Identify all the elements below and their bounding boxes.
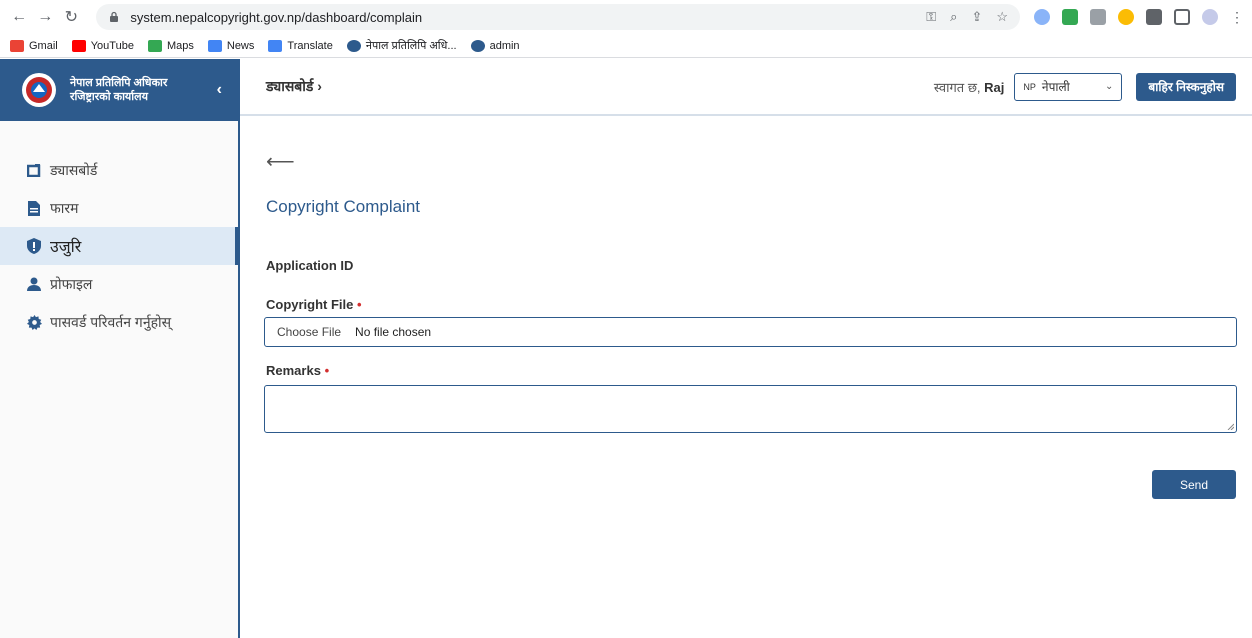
extension-icon[interactable] — [1062, 9, 1079, 25]
url-text: system.nepalcopyright.gov.np/dashboard/c… — [130, 9, 423, 25]
forward-arrow-icon[interactable]: → — [34, 5, 56, 29]
remarks-label: Remarks • — [266, 363, 330, 378]
dashboard-icon — [26, 163, 42, 177]
star-icon[interactable]: ☆ — [996, 9, 1008, 25]
bookmark-news[interactable]: News — [207, 39, 254, 52]
sidepanel-icon[interactable] — [1174, 9, 1191, 25]
bookmark-youtube[interactable]: YouTube — [71, 39, 134, 52]
zoom-icon[interactable]: ⌕ — [950, 9, 957, 25]
resize-handle-icon[interactable] — [1226, 422, 1234, 430]
extension-icon[interactable] — [1118, 9, 1135, 25]
remarks-textarea[interactable] — [264, 385, 1237, 433]
file-status: No file chosen — [355, 325, 432, 339]
logout-button[interactable]: बाहिर निस्कनुहोस — [1136, 72, 1236, 101]
top-header: ड्यासबोर्ड › स्वागत छ, Raj NP नेपाली ⌄ ब… — [240, 59, 1252, 116]
sidebar: नेपाल प्रतिलिपि अधिकार रजिष्ट्रारको कार्… — [0, 59, 240, 638]
brand-header: नेपाल प्रतिलिपि अधिकार रजिष्ट्रारको कार्… — [0, 59, 238, 121]
sidebar-menu: ड्यासबोर्ड फारम उजुरि प्रोफाइल पासवर्ड प… — [0, 151, 238, 341]
lock-icon — [110, 11, 119, 22]
copyright-file-input[interactable]: Choose File No file chosen — [264, 317, 1237, 347]
sidebar-item-form[interactable]: फारम — [0, 189, 238, 227]
gear-icon — [26, 314, 42, 330]
extension-icon[interactable] — [1090, 9, 1107, 25]
user-name: Raj — [984, 79, 1005, 95]
emblem-icon — [470, 39, 485, 52]
reload-icon[interactable]: ↻ — [60, 5, 82, 29]
emblem-icon — [346, 39, 361, 52]
maps-icon — [147, 39, 162, 52]
brand-title: नेपाल प्रतिलिपि अधिकार रजिष्ट्रारको कार्… — [70, 77, 168, 103]
key-icon[interactable]: ⚿ — [926, 9, 936, 25]
sidebar-item-profile[interactable]: प्रोफाइल — [0, 265, 238, 303]
file-icon — [26, 200, 42, 216]
bookmark-translate[interactable]: Translate — [268, 39, 333, 52]
address-bar[interactable]: system.nepalcopyright.gov.np/dashboard/c… — [96, 4, 1021, 30]
required-mark: • — [324, 363, 330, 378]
bookmark-admin[interactable]: admin — [470, 39, 520, 52]
collapse-sidebar-icon[interactable]: ‹ — [217, 81, 222, 99]
sidebar-item-change-password[interactable]: पासवर्ड परिवर्तन गर्नुहोस् — [0, 303, 238, 341]
bookmarks-bar: Gmail YouTube Maps News Translate नेपाल … — [0, 34, 1252, 58]
menu-icon[interactable]: ⋮ — [1230, 9, 1244, 26]
language-label: नेपाली — [1041, 80, 1070, 94]
application-id-label: Application ID — [266, 258, 354, 273]
user-icon — [26, 277, 42, 291]
breadcrumb[interactable]: ड्यासबोर्ड › — [266, 77, 322, 96]
language-code: NP — [1023, 81, 1036, 92]
nepal-emblem-logo — [22, 73, 56, 107]
language-select[interactable]: NP नेपाली ⌄ — [1014, 72, 1123, 101]
profile-avatar[interactable] — [1202, 9, 1219, 25]
choose-file-button[interactable]: Choose File — [277, 325, 341, 339]
page-title: Copyright Complaint — [266, 197, 421, 216]
browser-toolbar: ← → ↻ system.nepalcopyright.gov.np/dashb… — [0, 0, 1252, 34]
youtube-icon — [71, 39, 86, 52]
app-root: नेपाल प्रतिलिपि अधिकार रजिष्ट्रारको कार्… — [0, 59, 1252, 638]
back-arrow-icon[interactable]: ← — [8, 5, 30, 29]
translate-icon — [268, 39, 283, 52]
news-icon — [207, 39, 222, 52]
sidebar-item-dashboard[interactable]: ड्यासबोर्ड — [0, 151, 238, 189]
required-mark: • — [357, 297, 362, 312]
shield-icon — [26, 238, 42, 254]
bookmark-nepal-copyright[interactable]: नेपाल प्रतिलिपि अधि... — [346, 38, 457, 53]
bookmark-gmail[interactable]: Gmail — [10, 39, 58, 52]
puzzle-icon[interactable] — [1146, 9, 1163, 25]
main-content: ड्यासबोर्ड › स्वागत छ, Raj NP नेपाली ⌄ ब… — [240, 59, 1252, 638]
chevron-down-icon: ⌄ — [1105, 81, 1114, 92]
sidebar-item-complaint[interactable]: उजुरि — [0, 227, 238, 265]
send-button[interactable]: Send — [1152, 470, 1236, 499]
extension-icon[interactable] — [1034, 9, 1051, 25]
copyright-file-label: Copyright File • — [266, 297, 362, 312]
gmail-icon — [10, 39, 24, 52]
welcome-text: स्वागत छ, Raj — [933, 79, 1005, 95]
share-icon[interactable]: ⇪ — [971, 9, 982, 25]
back-arrow-icon[interactable]: ⟵ — [266, 149, 295, 174]
bookmark-maps[interactable]: Maps — [147, 39, 194, 52]
